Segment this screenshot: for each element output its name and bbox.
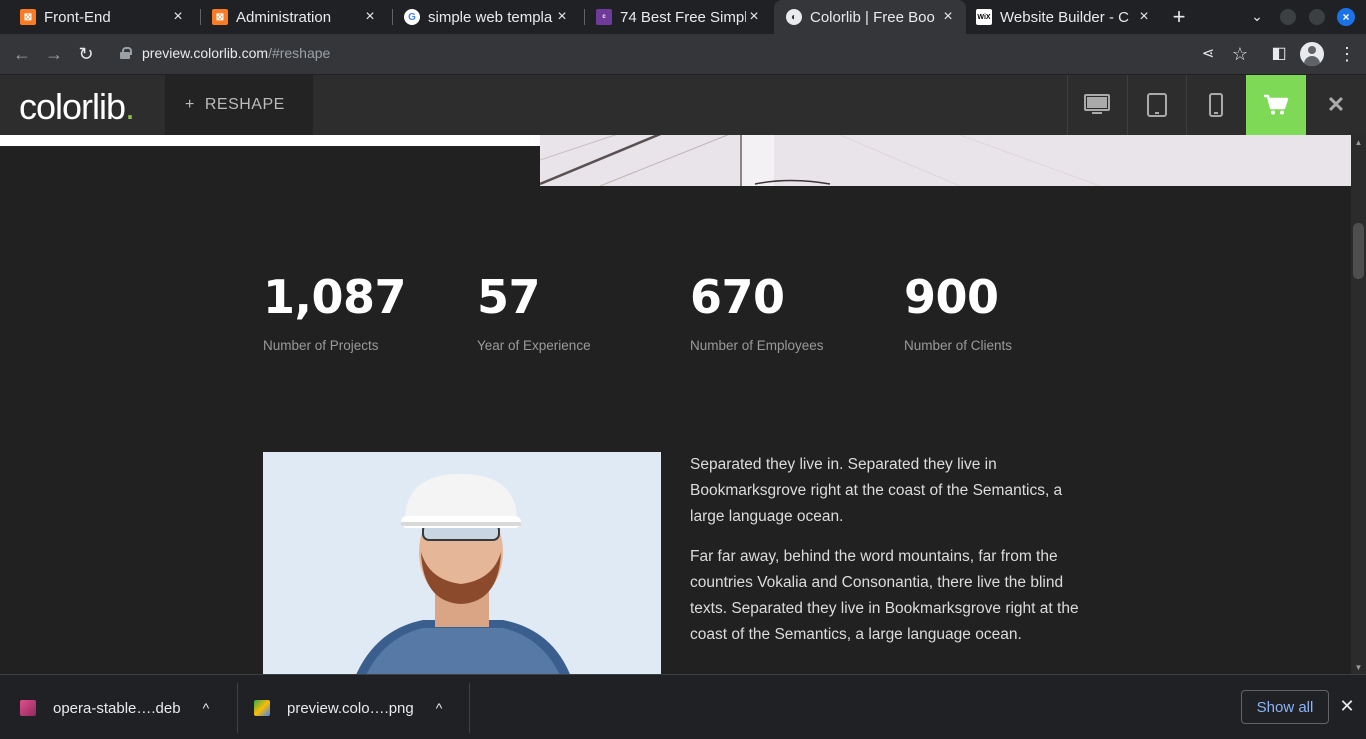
- about-copy: Separated they live in. Separated they l…: [690, 452, 1090, 663]
- chevron-up-icon[interactable]: ^: [203, 700, 210, 716]
- stat-number: 57: [477, 270, 541, 324]
- package-icon: [20, 700, 36, 716]
- new-tab-button[interactable]: +: [1168, 6, 1190, 28]
- plus-icon: +: [185, 96, 195, 113]
- close-icon[interactable]: ✕: [1338, 697, 1356, 715]
- lock-icon: [120, 47, 132, 59]
- divider: [237, 683, 238, 733]
- bookmark-star-icon[interactable]: ☆: [1229, 43, 1251, 65]
- back-arrow-icon[interactable]: ←: [11, 43, 33, 65]
- tab-strip: ⊠ Front-End × ⊠ Administration × G simpl…: [0, 0, 1366, 34]
- colorlib-logo[interactable]: colorlib.: [19, 86, 135, 128]
- tab-colorlib-preview[interactable]: ◐ Colorlib | Free Boo ×: [774, 0, 966, 34]
- close-icon[interactable]: ×: [1136, 9, 1152, 25]
- close-preview-icon[interactable]: ✕: [1306, 75, 1366, 135]
- close-icon[interactable]: ×: [362, 9, 378, 25]
- stat-label: Number of Clients: [904, 338, 1013, 353]
- image-file-icon: [254, 700, 270, 716]
- tab-wix[interactable]: WiX Website Builder - C ×: [966, 0, 1162, 34]
- download-shelf: opera-stable….deb ^ preview.colo….png ^ …: [0, 674, 1366, 739]
- page-scrollbar[interactable]: ▲ ▼: [1351, 135, 1366, 674]
- download-filename: opera-stable….deb: [53, 699, 181, 717]
- stat-employees: 670 Number of Employees: [690, 270, 890, 353]
- tab-title: Administration: [236, 8, 332, 26]
- about-paragraph: Far far away, behind the word mountains,…: [690, 548, 1079, 643]
- hero-white-strip: [0, 135, 540, 146]
- tab-administration[interactable]: ⊠ Administration ×: [192, 0, 388, 34]
- stat-label: Number of Employees: [690, 338, 824, 353]
- tab-title: Colorlib | Free Boo: [810, 8, 935, 26]
- google-icon: G: [404, 9, 420, 25]
- colorlib-icon: c: [596, 9, 612, 25]
- divider: [469, 683, 470, 733]
- close-icon[interactable]: ×: [940, 9, 956, 25]
- hero-image: [540, 135, 1351, 186]
- tab-title: Website Builder - C: [1000, 8, 1129, 26]
- stat-label: Number of Projects: [263, 338, 379, 353]
- window-close-button[interactable]: ×: [1337, 8, 1355, 26]
- download-filename: preview.colo….png: [287, 699, 414, 717]
- stat-label: Year of Experience: [477, 338, 591, 353]
- desktop-view-button[interactable]: [1067, 75, 1126, 135]
- theme-name: RESHAPE: [204, 96, 285, 113]
- stat-number: 1,087: [263, 270, 407, 324]
- download-item-png[interactable]: preview.colo….png ^: [254, 684, 442, 732]
- stat-clients: 900 Number of Clients: [904, 270, 1104, 353]
- about-paragraph: Separated they live in. Separated they l…: [690, 456, 1063, 525]
- maximize-button[interactable]: [1309, 9, 1325, 25]
- chevron-up-icon[interactable]: ^: [436, 700, 443, 716]
- side-panel-icon[interactable]: ◧: [1268, 43, 1290, 65]
- xampp-icon: ⊠: [212, 9, 228, 25]
- tab-search-chevron-icon[interactable]: ⌄: [1248, 8, 1266, 26]
- share-icon[interactable]: ⋖: [1197, 43, 1219, 65]
- close-icon[interactable]: ×: [554, 9, 570, 25]
- scroll-up-icon[interactable]: ▲: [1354, 138, 1363, 147]
- url-text: preview.colorlib.com/#reshape: [142, 45, 331, 61]
- cart-icon: [1264, 94, 1289, 115]
- tab-google-search[interactable]: G simple web templa ×: [384, 0, 580, 34]
- tab-title: 74 Best Free Simple: [620, 8, 746, 26]
- stat-projects: 1,087 Number of Projects: [263, 270, 463, 353]
- xampp-icon: ⊠: [20, 9, 36, 25]
- tab-title: Front-End: [44, 8, 111, 26]
- worker-photo: [263, 452, 661, 674]
- globe-icon: ◐: [786, 9, 802, 25]
- tab-title: simple web templa: [428, 8, 553, 26]
- profile-avatar-icon[interactable]: [1300, 42, 1324, 66]
- stat-number: 670: [690, 270, 785, 324]
- desktop-icon: [1084, 94, 1110, 114]
- tablet-view-button[interactable]: [1127, 75, 1186, 135]
- forward-arrow-icon[interactable]: →: [43, 43, 65, 65]
- tab-front-end[interactable]: ⊠ Front-End ×: [0, 0, 196, 34]
- address-bar[interactable]: preview.colorlib.com/#reshape: [108, 39, 1258, 69]
- mobile-view-button[interactable]: [1186, 75, 1245, 135]
- colorlib-preview-bar: colorlib. + RESHAPE ✕: [0, 75, 1366, 135]
- tab-colorlib-list[interactable]: c 74 Best Free Simple ×: [576, 0, 772, 34]
- phone-icon: [1209, 93, 1223, 117]
- minimize-button[interactable]: [1280, 9, 1296, 25]
- wix-icon: WiX: [976, 9, 992, 25]
- stat-experience: 57 Year of Experience: [477, 270, 677, 353]
- cart-button[interactable]: [1246, 75, 1306, 135]
- menu-kebab-icon[interactable]: ⋮: [1336, 43, 1358, 65]
- close-icon[interactable]: ×: [170, 9, 186, 25]
- reload-icon[interactable]: ↻: [75, 43, 97, 65]
- scroll-thumb[interactable]: [1353, 223, 1364, 279]
- browser-toolbar: ← → ↻ preview.colorlib.com/#reshape ⋖ ☆ …: [0, 34, 1366, 75]
- download-item-opera[interactable]: opera-stable….deb ^: [20, 684, 209, 732]
- tablet-icon: [1147, 93, 1167, 117]
- stat-number: 900: [904, 270, 999, 324]
- show-all-button[interactable]: Show all: [1241, 690, 1329, 724]
- theme-selector[interactable]: + RESHAPE: [165, 75, 313, 135]
- close-icon[interactable]: ×: [746, 9, 762, 25]
- page-viewport: 1,087 Number of Projects 57 Year of Expe…: [0, 135, 1351, 674]
- scroll-down-icon[interactable]: ▼: [1354, 663, 1363, 672]
